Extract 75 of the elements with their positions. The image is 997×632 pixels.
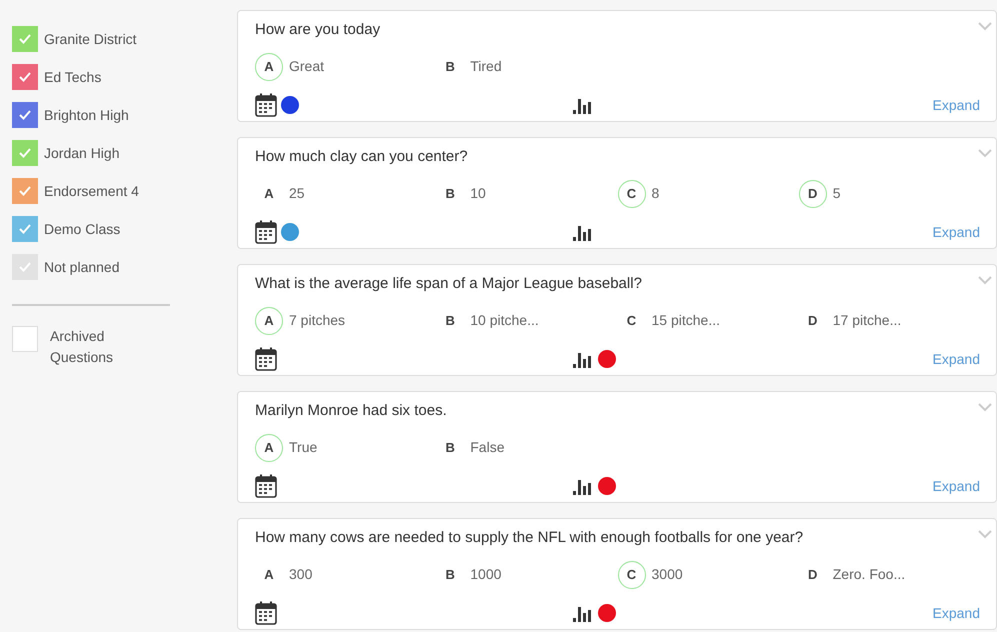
check-icon [18,33,32,45]
expand-link[interactable]: Expand [932,94,980,116]
answer-letter: A [255,306,283,334]
answer-text: 10 pitche... [470,311,539,330]
answer-letter: C [618,560,646,588]
answer-letter: D [807,312,818,330]
expand-link[interactable]: Expand [932,602,980,624]
answer-text: Zero. Foo... [832,565,906,584]
group-label: Jordan High [44,144,120,163]
answer-letter: A [263,184,275,203]
expand-link[interactable]: Expand [932,348,980,370]
answer-letter: B [444,566,456,584]
calendar-icon[interactable] [255,93,277,117]
answer-text: 8 [652,184,660,203]
expand-link[interactable]: Expand [932,222,980,242]
group-checkbox[interactable] [12,26,38,52]
group-label: Endorsement 4 [44,182,139,200]
check-icon [18,261,32,273]
answer-letter: D [807,566,818,584]
answer-text: 1000 [470,565,502,584]
answer-text: 15 pitche... [652,311,720,330]
bar-chart-icon[interactable] [572,350,594,368]
answer-letter: C [626,312,638,330]
group-checkbox[interactable] [12,216,38,242]
answer-text: 10 [470,184,486,203]
check-icon [18,147,32,159]
answer-text: 5 [832,184,841,203]
bar-chart-icon[interactable] [572,96,594,114]
answer-text: 25 [289,184,305,203]
question-text: How many cows are needed to supply the NFL with enough footballs for one year? [255,528,804,548]
answer-text: 3000 [652,565,683,584]
archived-label: Archived Questions [50,327,114,367]
group-checkbox[interactable] [12,64,38,90]
check-icon [18,71,32,83]
group-label: Demo Class [44,220,120,238]
answer-text: False [470,438,504,457]
answer-letter: B [444,58,456,76]
answer-letter: A [255,434,283,462]
bar-chart-icon[interactable] [572,477,594,495]
answer-text: Great [289,57,324,76]
group-checkbox[interactable] [12,140,38,166]
group-label: Granite District [44,30,137,48]
answer-letter: D [798,180,827,208]
answer-letter: C [618,180,646,208]
calendar-icon[interactable] [255,347,277,371]
check-icon [18,109,32,121]
group-checkbox[interactable] [12,102,38,128]
answer-letter: B [444,184,456,203]
calendar-icon[interactable] [255,220,277,244]
group-label: Ed Techs [44,68,102,86]
question-text: Marilyn Monroe had six toes. [255,401,448,421]
archived-checkbox[interactable] [12,326,38,352]
answer-letter: A [263,566,275,584]
bar-chart-icon[interactable] [572,223,594,241]
question-text: How much clay can you center? [255,147,469,167]
check-icon [18,185,32,197]
bar-chart-icon[interactable] [572,604,594,622]
expand-link[interactable]: Expand [932,476,980,496]
check-icon [18,223,32,235]
group-checkbox[interactable] [12,178,38,204]
calendar-icon[interactable] [255,474,277,498]
answer-text: 300 [289,565,312,584]
question-text: What is the average life span of a Major League baseball? [255,274,643,294]
answer-text: 17 pitche... [832,311,902,330]
calendar-icon[interactable] [255,601,277,625]
question-text: How are you today [255,20,382,40]
group-checkbox[interactable] [12,254,38,280]
group-label: Brighton High [44,106,129,125]
answer-letter: B [444,438,456,457]
group-label: Not planned [44,258,120,277]
answer-text: Tired [470,57,502,76]
answer-text: 7 pitches [289,311,346,330]
answer-letter: A [255,52,283,80]
answer-text: True [289,438,318,457]
answer-letter: B [444,312,456,330]
